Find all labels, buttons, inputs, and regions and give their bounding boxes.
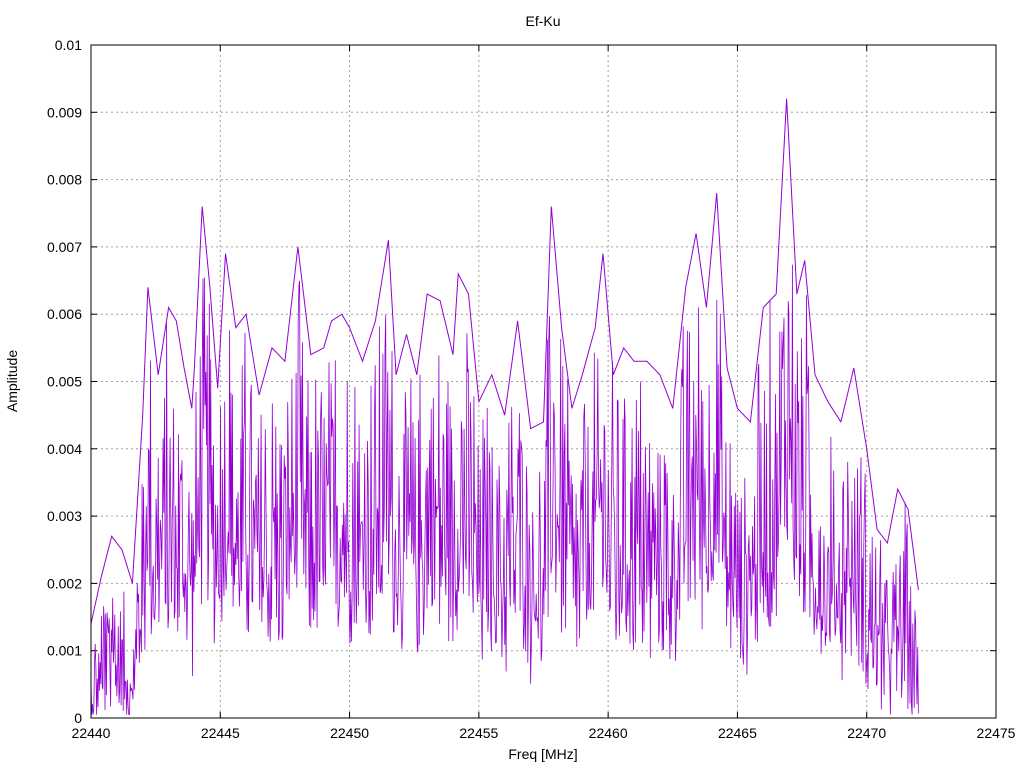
y-tick-label: 0.008 [47, 172, 82, 188]
x-tick-label: 22475 [977, 725, 1016, 741]
y-tick-label: 0.006 [47, 306, 82, 322]
spectrum-chart: 22440 22445 22450 22455 22460 22465 22470 22475… [0, 0, 1024, 768]
chart-background [0, 0, 1024, 768]
x-tick-label: 22470 [847, 725, 886, 741]
y-tick-label: 0.01 [55, 37, 82, 53]
y-tick-label: 0.002 [47, 575, 82, 591]
y-tick-label: 0.003 [47, 508, 82, 524]
x-tick-label: 22455 [459, 725, 498, 741]
y-tick-label: 0.004 [47, 441, 82, 457]
y-axis-label: Amplitude [4, 350, 20, 412]
x-tick-label: 22445 [201, 725, 240, 741]
x-tick-label: 22465 [718, 725, 757, 741]
x-axis-label: Freq [MHz] [508, 746, 577, 762]
y-tick-label: 0.009 [47, 104, 82, 120]
y-tick-label: 0.005 [47, 374, 82, 390]
y-tick-label: 0.007 [47, 239, 82, 255]
y-tick-label: 0 [74, 710, 82, 726]
x-tick-label: 22440 [72, 725, 111, 741]
y-tick-label: 0.001 [47, 643, 82, 659]
chart-title: Ef-Ku [525, 13, 560, 29]
x-tick-label: 22460 [589, 725, 628, 741]
x-tick-label: 22450 [330, 725, 369, 741]
